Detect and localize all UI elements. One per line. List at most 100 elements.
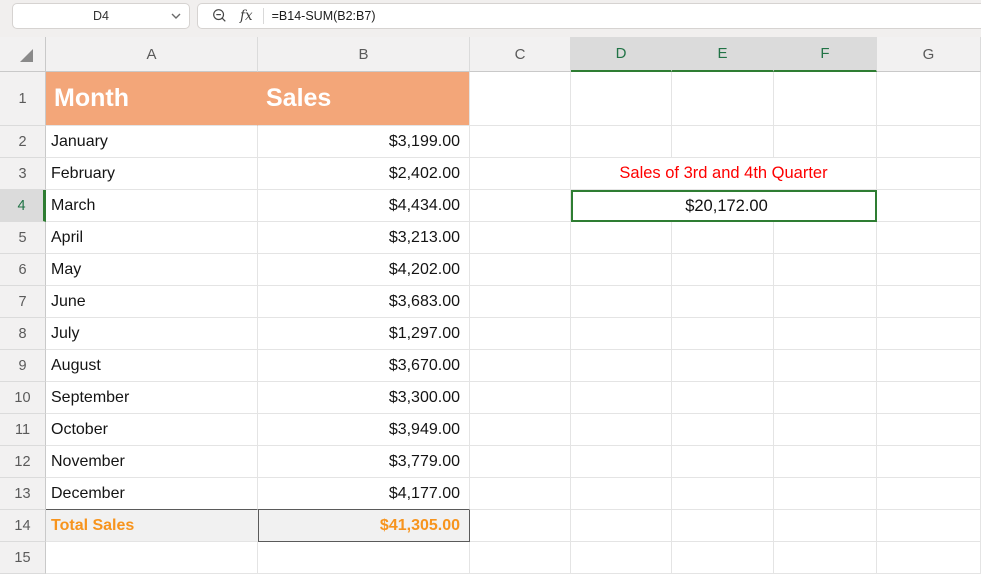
cell-C8[interactable] [470,318,571,350]
cell-C6[interactable] [470,254,571,286]
cell-C2[interactable] [470,126,571,158]
cell-C9[interactable] [470,350,571,382]
column-header-D[interactable]: D [571,37,672,72]
cell-B8[interactable]: $1,297.00 [258,318,470,350]
cell-B15[interactable] [258,542,470,574]
cell-A15[interactable] [46,542,258,574]
cell-B13[interactable]: $4,177.00 [258,478,470,510]
cell-A1-month-title[interactable]: Month [46,72,258,126]
insert-function-icon[interactable]: fx [240,8,253,24]
cell-D14[interactable] [571,510,672,542]
cell-G13[interactable] [877,478,981,510]
row-header-5[interactable]: 5 [0,222,46,254]
row-header-13[interactable]: 13 [0,478,46,510]
cell-D7[interactable] [571,286,672,318]
column-header-G[interactable]: G [877,37,981,72]
cell-B3[interactable]: $2,402.00 [258,158,470,190]
row-header-9[interactable]: 9 [0,350,46,382]
column-header-E[interactable]: E [672,37,774,72]
cell-F9[interactable] [774,350,877,382]
cell-A3[interactable]: February [46,158,258,190]
column-header-B[interactable]: B [258,37,470,72]
cell-D6[interactable] [571,254,672,286]
cell-E14[interactable] [672,510,774,542]
cell-C10[interactable] [470,382,571,414]
cell-A9[interactable]: August [46,350,258,382]
cell-D11[interactable] [571,414,672,446]
cell-B1-sales-title[interactable]: Sales [258,72,470,126]
select-all-corner[interactable] [0,37,46,72]
cell-A8[interactable]: July [46,318,258,350]
cell-A11[interactable]: October [46,414,258,446]
cell-F14[interactable] [774,510,877,542]
cell-D12[interactable] [571,446,672,478]
row-header-12[interactable]: 12 [0,446,46,478]
cell-C3[interactable] [470,158,571,190]
cell-B12[interactable]: $3,779.00 [258,446,470,478]
cell-F6[interactable] [774,254,877,286]
cell-B14-total-value[interactable]: $41,305.00 [258,510,470,542]
cell-D5[interactable] [571,222,672,254]
column-header-C[interactable]: C [470,37,571,72]
cell-C1[interactable] [470,72,571,126]
cell-G11[interactable] [877,414,981,446]
formula-input[interactable]: =B14-SUM(B2:B7) [272,9,376,23]
row-header-10[interactable]: 10 [0,382,46,414]
cell-E11[interactable] [672,414,774,446]
cell-G15[interactable] [877,542,981,574]
cell-G12[interactable] [877,446,981,478]
cell-B2[interactable]: $3,199.00 [258,126,470,158]
cell-B10[interactable]: $3,300.00 [258,382,470,414]
cell-B5[interactable]: $3,213.00 [258,222,470,254]
cell-D8[interactable] [571,318,672,350]
row-header-7[interactable]: 7 [0,286,46,318]
cell-C7[interactable] [470,286,571,318]
chevron-down-icon[interactable] [171,13,181,20]
row-header-4[interactable]: 4 [0,190,46,222]
cell-F15[interactable] [774,542,877,574]
cell-F7[interactable] [774,286,877,318]
cell-D9[interactable] [571,350,672,382]
column-header-A[interactable]: A [46,37,258,72]
cell-A13[interactable]: December [46,478,258,510]
cell-G8[interactable] [877,318,981,350]
cell-G7[interactable] [877,286,981,318]
cell-E7[interactable] [672,286,774,318]
row-header-3[interactable]: 3 [0,158,46,190]
cell-A4[interactable]: March [46,190,258,222]
cell-F5[interactable] [774,222,877,254]
cell-C14[interactable] [470,510,571,542]
cell-F12[interactable] [774,446,877,478]
cell-A10[interactable]: September [46,382,258,414]
cell-E15[interactable] [672,542,774,574]
cell-G3[interactable] [877,158,981,190]
cell-D15[interactable] [571,542,672,574]
cell-A2[interactable]: January [46,126,258,158]
cell-B9[interactable]: $3,670.00 [258,350,470,382]
cell-E12[interactable] [672,446,774,478]
row-header-6[interactable]: 6 [0,254,46,286]
cell-G1[interactable] [877,72,981,126]
cell-F13[interactable] [774,478,877,510]
cell-B4[interactable]: $4,434.00 [258,190,470,222]
cell-A14-total-label[interactable]: Total Sales [46,510,258,542]
cell-C12[interactable] [470,446,571,478]
cell-E6[interactable] [672,254,774,286]
cell-A7[interactable]: June [46,286,258,318]
cell-E13[interactable] [672,478,774,510]
cell-F8[interactable] [774,318,877,350]
formula-bar[interactable]: fx =B14-SUM(B2:B7) [197,3,981,29]
name-box[interactable]: D4 [12,3,190,29]
cell-C15[interactable] [470,542,571,574]
cell-A12[interactable]: November [46,446,258,478]
row-header-15[interactable]: 15 [0,542,46,574]
cell-G9[interactable] [877,350,981,382]
cell-F10[interactable] [774,382,877,414]
cell-F1[interactable] [774,72,877,126]
cell-F11[interactable] [774,414,877,446]
cell-E2[interactable] [672,126,774,158]
cell-F2[interactable] [774,126,877,158]
cell-E10[interactable] [672,382,774,414]
cell-A5[interactable]: April [46,222,258,254]
row-header-8[interactable]: 8 [0,318,46,350]
